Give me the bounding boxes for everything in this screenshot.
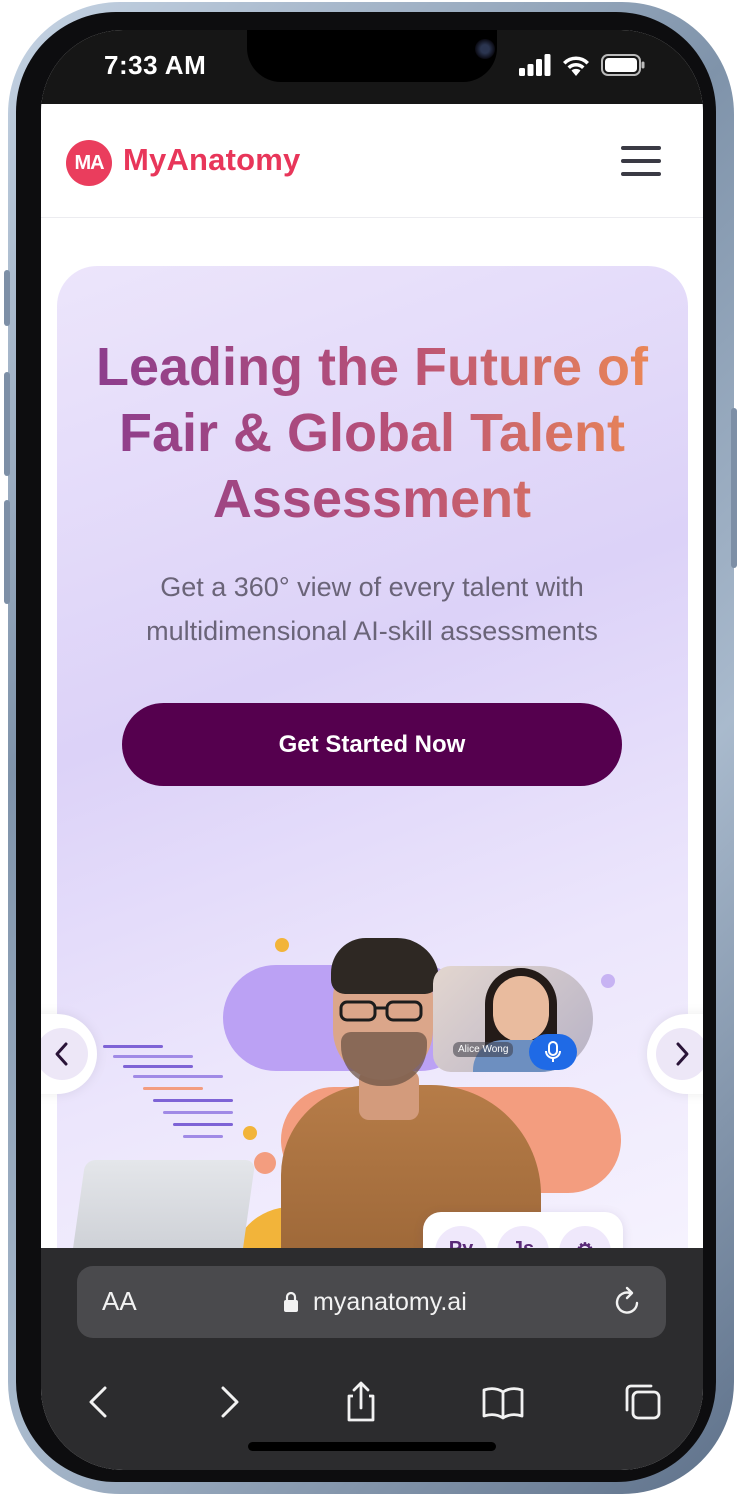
- text-size-button[interactable]: AA: [102, 1286, 137, 1317]
- bookmarks-icon[interactable]: [481, 1380, 525, 1424]
- screen: 7:33 AM MA MyAnatomy Leading the Future …: [41, 30, 703, 1470]
- forward-icon[interactable]: [207, 1380, 251, 1424]
- hero-subtitle: Get a 360° view of every talent with mul…: [146, 572, 598, 646]
- hamburger-menu-icon[interactable]: [621, 146, 663, 178]
- power-button: [731, 408, 737, 568]
- volume-down-button: [4, 500, 10, 604]
- url-text: myanatomy.ai: [313, 1288, 467, 1316]
- mute-switch: [4, 270, 10, 326]
- microphone-icon: [529, 1034, 577, 1070]
- skills-card: Py Js ⚙: [423, 1212, 623, 1250]
- caller-name: Alice Wong: [453, 1042, 514, 1057]
- address-bar[interactable]: AA myanatomy.ai: [77, 1266, 666, 1338]
- text-size-label: AA: [102, 1286, 137, 1316]
- browser-toolbar: AA myanatomy.ai: [41, 1248, 703, 1470]
- share-icon[interactable]: [339, 1380, 383, 1424]
- laptop-graphic: [68, 1160, 256, 1250]
- get-started-button[interactable]: Get Started Now: [122, 703, 622, 786]
- front-camera: [475, 39, 495, 59]
- home-indicator[interactable]: [248, 1442, 496, 1451]
- caller-face: [493, 976, 549, 1042]
- brand-name[interactable]: MyAnatomy: [123, 142, 301, 178]
- gear-skill-chip: ⚙: [559, 1226, 611, 1250]
- decor-dot: [254, 1152, 276, 1174]
- status-icons: [519, 54, 645, 76]
- decor-dot: [275, 938, 289, 952]
- site-header: MA MyAnatomy: [41, 104, 703, 218]
- lock-icon: [284, 1291, 298, 1312]
- status-time: 7:33 AM: [104, 50, 207, 80]
- person-hair: [331, 938, 439, 994]
- cellular-signal-icon: [519, 54, 551, 76]
- volume-up-button: [4, 372, 10, 476]
- hero-title: Leading the Future of Fair & Global Tale…: [77, 334, 667, 532]
- javascript-skill-chip: Js: [497, 1226, 549, 1250]
- battery-icon: [601, 54, 645, 76]
- code-snippet-graphic: [103, 1045, 253, 1145]
- python-skill-chip: Py: [435, 1226, 487, 1250]
- status-bar: 7:33 AM: [41, 30, 703, 104]
- reload-icon[interactable]: [612, 1286, 644, 1318]
- glasses-icon: [339, 1000, 423, 1022]
- chevron-left-icon: [41, 1028, 88, 1080]
- notch: [247, 30, 497, 82]
- logo-badge[interactable]: MA: [66, 140, 112, 186]
- hero-illustration: Alice Wong Py Js ⚙: [41, 920, 703, 1250]
- tabs-icon[interactable]: [621, 1380, 665, 1424]
- wifi-icon: [563, 56, 589, 76]
- back-icon[interactable]: [77, 1380, 121, 1424]
- chevron-right-icon: [656, 1028, 703, 1080]
- decor-dot: [601, 974, 615, 988]
